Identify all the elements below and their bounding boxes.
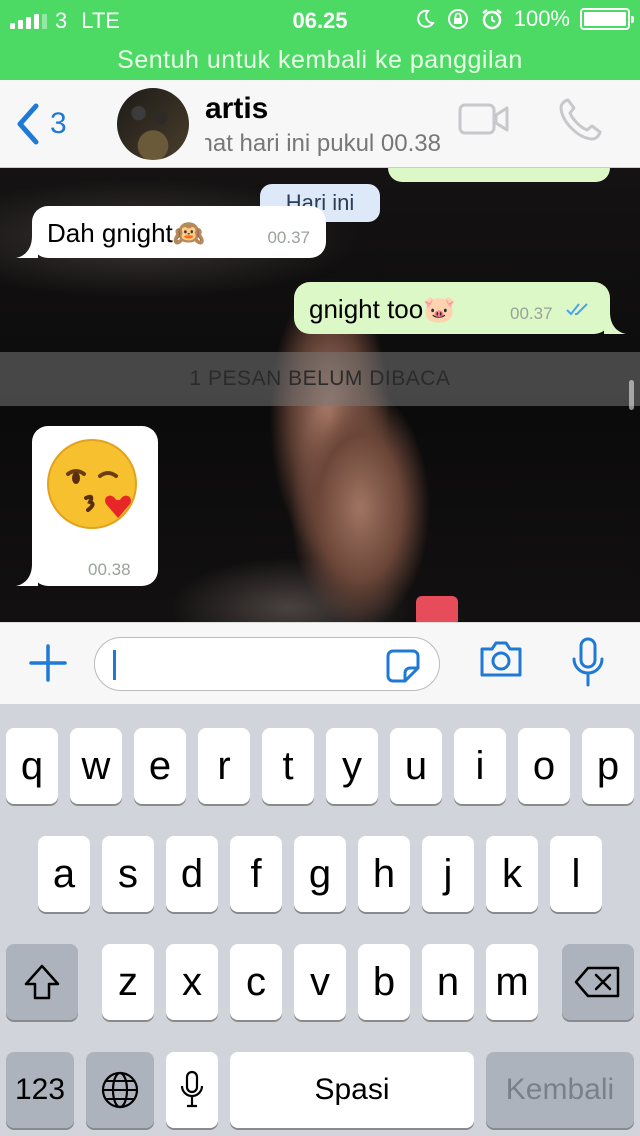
globe-key[interactable] [86,1052,154,1128]
globe-icon [101,1071,139,1109]
key-x[interactable]: x [166,944,218,1020]
key-n[interactable]: n [422,944,474,1020]
camera-icon[interactable] [478,639,524,679]
key-o[interactable]: o [518,728,570,804]
outgoing-message[interactable]: gnight too🐷 00.37 [294,282,626,334]
dictation-icon [180,1070,204,1108]
message-time: 00.38 [88,560,131,579]
key-r[interactable]: r [198,728,250,804]
incoming-message[interactable]: Dah gnight🙉 00.37 [16,206,326,258]
keyboard: q w e r t y u i o p a s d f g h j k l z … [0,704,640,1136]
unread-divider: 1 PESAN BELUM DIBACA [0,352,640,406]
rotation-lock-icon [447,9,468,29]
message-time: 00.37 [510,304,553,323]
previous-message-bubble [388,168,610,182]
shift-icon [24,964,60,1000]
key-d[interactable]: d [166,836,218,912]
key-g[interactable]: g [294,836,346,912]
alarm-icon [481,9,502,30]
message-text: Dah gnight🙉 [47,218,206,248]
key-f[interactable]: f [230,836,282,912]
dictation-key[interactable] [166,1052,218,1128]
avatar[interactable] [117,88,189,160]
scroll-indicator [629,380,634,410]
moon-icon [416,9,435,28]
space-key[interactable]: Spasi [230,1052,474,1128]
key-i[interactable]: i [454,728,506,804]
back-button[interactable]: 3 [14,102,67,146]
key-l[interactable]: l [550,836,602,912]
message-input-bar [0,622,640,704]
key-w[interactable]: w [70,728,122,804]
return-key[interactable]: Kembali [486,1052,634,1128]
chat-header: 3 artis terakhir dilihat hari ini pukul … [0,80,640,168]
microphone-icon[interactable] [570,637,606,689]
back-chevron-icon [17,103,39,145]
phone-icon[interactable] [556,96,604,144]
battery-percent: 100% [513,6,570,31]
status-bar: 3 LTE 06.25 100% [0,0,640,40]
incoming-message[interactable]: 00.38 [16,426,158,586]
message-time: 00.37 [267,228,310,247]
contact-name[interactable]: artis [205,92,268,126]
chat-area[interactable]: Hari ini Dah gnight🙉 00.37 gnight too🐷 0… [0,168,640,622]
key-k[interactable]: k [486,836,538,912]
key-s[interactable]: s [102,836,154,912]
delete-icon [574,966,620,998]
battery-icon [580,8,634,30]
key-v[interactable]: v [294,944,346,1020]
numbers-key[interactable]: 123 [6,1052,74,1128]
key-p[interactable]: p [582,728,634,804]
plus-icon[interactable] [28,643,68,683]
heart-sticker [416,596,458,622]
key-u[interactable]: u [390,728,442,804]
contact-status: terakhir dilihat hari ini pukul 00.38 [205,130,441,157]
key-c[interactable]: c [230,944,282,1020]
kiss-emoji [47,439,137,529]
key-a[interactable]: a [38,836,90,912]
key-j[interactable]: j [422,836,474,912]
read-receipt-icon [566,303,588,316]
message-input[interactable] [94,637,440,691]
key-y[interactable]: y [326,728,378,804]
key-h[interactable]: h [358,836,410,912]
key-z[interactable]: z [102,944,154,1020]
key-t[interactable]: t [262,728,314,804]
text-caret [113,650,116,680]
delete-key[interactable] [562,944,634,1020]
message-text: gnight too🐷 [309,294,456,324]
key-b[interactable]: b [358,944,410,1020]
sticker-icon[interactable] [385,648,421,684]
shift-key[interactable] [6,944,78,1020]
key-m[interactable]: m [486,944,538,1020]
back-count: 3 [50,107,67,140]
video-call-icon[interactable] [458,102,510,136]
return-to-call-banner[interactable]: Sentuh untuk kembali ke panggilan [0,40,640,80]
key-q[interactable]: q [6,728,58,804]
key-e[interactable]: e [134,728,186,804]
